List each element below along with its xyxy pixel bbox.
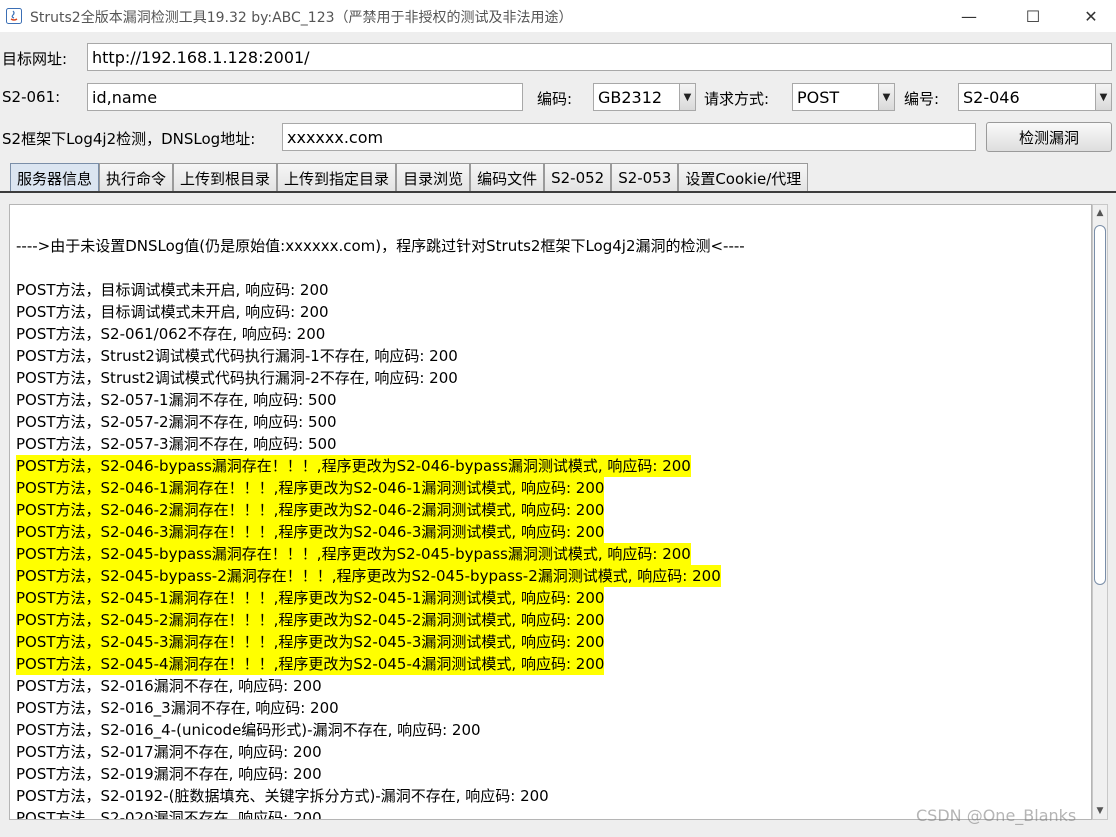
- log-line: POST方法，S2-0192-(脏数据填充、关键字拆分方式)-漏洞不存在, 响应…: [16, 787, 549, 805]
- dnslog-input[interactable]: xxxxxx.com: [282, 123, 976, 151]
- scroll-up-icon[interactable]: ▲: [1093, 205, 1107, 221]
- tab-upload-root[interactable]: 上传到根目录: [173, 163, 278, 192]
- log-line: POST方法，S2-019漏洞不存在, 响应码: 200: [16, 765, 322, 783]
- log-line: POST方法，S2-046-1漏洞存在！！！,程序更改为S2-046-1漏洞测试…: [16, 477, 605, 499]
- chevron-down-icon[interactable]: ▼: [679, 84, 695, 110]
- target-url-label: 目标网址:: [2, 50, 68, 68]
- log-line: POST方法，S2-046-3漏洞存在！！！,程序更改为S2-046-3漏洞测试…: [16, 521, 605, 543]
- log-line: POST方法，S2-057-3漏洞不存在, 响应码: 500: [16, 435, 337, 453]
- encoding-value: GB2312: [598, 87, 663, 107]
- watermark: CSDN @One_Blanks: [916, 806, 1077, 825]
- java-app-icon: [6, 8, 22, 24]
- minimize-icon[interactable]: —: [946, 0, 992, 32]
- tab-browse-dir[interactable]: 目录浏览: [396, 163, 471, 192]
- log-line: POST方法，S2-016漏洞不存在, 响应码: 200: [16, 677, 322, 695]
- chevron-down-icon[interactable]: ▼: [1095, 84, 1111, 110]
- encoding-select[interactable]: GB2312 ▼: [593, 83, 696, 111]
- method-value: POST: [797, 87, 840, 107]
- log-line: POST方法，S2-061/062不存在, 响应码: 200: [16, 325, 326, 343]
- tab-encode-file[interactable]: 编码文件: [470, 163, 545, 192]
- tab-s2-053[interactable]: S2-053: [611, 163, 679, 192]
- log-line: POST方法，目标调试模式未开启, 响应码: 200: [16, 303, 329, 321]
- s2061-input[interactable]: id,name: [87, 83, 523, 111]
- tab-upload-dir[interactable]: 上传到指定目录: [277, 163, 397, 192]
- tab-bar: 服务器信息 执行命令 上传到根目录 上传到指定目录 目录浏览 编码文件 S2-0…: [10, 163, 809, 192]
- log-line: POST方法，S2-045-4漏洞存在！！！,程序更改为S2-045-4漏洞测试…: [16, 653, 605, 675]
- log-line: ---->由于未设置DNSLog值(仍是原始值:xxxxxx.com)，程序跳过…: [16, 237, 745, 255]
- tab-s2-052[interactable]: S2-052: [544, 163, 612, 192]
- vuln-id-select[interactable]: S2-046 ▼: [958, 83, 1112, 111]
- dnslog-label: S2框架下Log4j2检测，DNSLog地址:: [2, 130, 256, 148]
- chevron-down-icon[interactable]: ▼: [878, 84, 894, 110]
- log-line: POST方法，S2-057-1漏洞不存在, 响应码: 500: [16, 391, 337, 409]
- log-line: POST方法，S2-046-bypass漏洞存在！！！,程序更改为S2-046-…: [16, 455, 691, 477]
- log-output[interactable]: ---->由于未设置DNSLog值(仍是原始值:xxxxxx.com)，程序跳过…: [9, 204, 1092, 820]
- log-line: POST方法，S2-020漏洞不存在, 响应码: 200: [16, 809, 322, 820]
- log-line: POST方法，S2-045-1漏洞存在！！！,程序更改为S2-045-1漏洞测试…: [16, 587, 605, 609]
- method-label: 请求方式:: [704, 90, 770, 108]
- tab-execute-command[interactable]: 执行命令: [99, 163, 174, 192]
- vertical-scrollbar[interactable]: ▲ ▼: [1092, 204, 1108, 820]
- log-line: POST方法，S2-045-bypass-2漏洞存在！！！,程序更改为S2-04…: [16, 565, 721, 587]
- vuln-id-value: S2-046: [963, 87, 1020, 107]
- log-line: POST方法，S2-057-2漏洞不存在, 响应码: 500: [16, 413, 337, 431]
- scroll-thumb[interactable]: [1094, 225, 1106, 585]
- target-url-input[interactable]: http://192.168.1.128:2001/: [87, 43, 1112, 71]
- tab-divider: [0, 191, 1116, 193]
- log-line: POST方法，S2-045-2漏洞存在！！！,程序更改为S2-045-2漏洞测试…: [16, 609, 605, 631]
- tab-cookie-proxy[interactable]: 设置Cookie/代理: [678, 163, 809, 192]
- log-line: POST方法，S2-045-bypass漏洞存在！！！,程序更改为S2-045-…: [16, 543, 691, 565]
- encoding-label: 编码:: [537, 90, 573, 108]
- log-line: POST方法，目标调试模式未开启, 响应码: 200: [16, 281, 329, 299]
- log-line: POST方法，S2-045-3漏洞存在！！！,程序更改为S2-045-3漏洞测试…: [16, 631, 605, 653]
- window-title: Struts2全版本漏洞检测工具19.32 by:ABC_123（严禁用于非授权…: [30, 10, 573, 26]
- maximize-icon[interactable]: ☐: [1010, 0, 1056, 32]
- log-line: POST方法，S2-016_3漏洞不存在, 响应码: 200: [16, 699, 339, 717]
- close-icon[interactable]: ✕: [1068, 0, 1114, 32]
- scroll-down-icon[interactable]: ▼: [1093, 803, 1107, 819]
- log-line: POST方法，S2-016_4-(unicode编码形式)-漏洞不存在, 响应码…: [16, 721, 481, 739]
- log-line: POST方法，S2-046-2漏洞存在！！！,程序更改为S2-046-2漏洞测试…: [16, 499, 605, 521]
- detect-button[interactable]: 检测漏洞: [986, 122, 1112, 152]
- title-bar: Struts2全版本漏洞检测工具19.32 by:ABC_123（严禁用于非授权…: [0, 0, 1116, 32]
- log-line: POST方法，Strust2调试模式代码执行漏洞-2不存在, 响应码: 200: [16, 369, 458, 387]
- s2061-label: S2-061:: [2, 88, 61, 106]
- log-line: POST方法，S2-017漏洞不存在, 响应码: 200: [16, 743, 322, 761]
- vuln-id-label: 编号:: [904, 90, 940, 108]
- log-line: POST方法，Strust2调试模式代码执行漏洞-1不存在, 响应码: 200: [16, 347, 458, 365]
- method-select[interactable]: POST ▼: [792, 83, 895, 111]
- tab-server-info[interactable]: 服务器信息: [10, 163, 100, 192]
- log-lines: ---->由于未设置DNSLog值(仍是原始值:xxxxxx.com)，程序跳过…: [16, 235, 745, 820]
